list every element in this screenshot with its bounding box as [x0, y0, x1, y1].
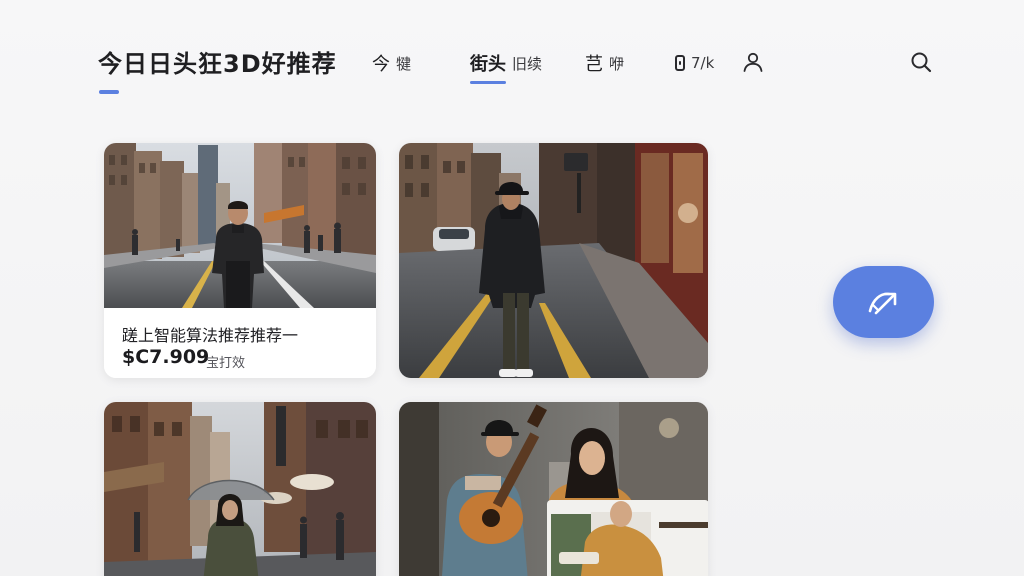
feed-card-4[interactable]	[399, 402, 708, 576]
card-3-photo	[104, 402, 376, 576]
top-header: 今日日头狂3D好推荐 今 犍 街头 旧续 芑 咿 7/k	[0, 0, 1024, 110]
nav-tab-3-lead: 芑	[585, 54, 603, 75]
nav-tab-1[interactable]: 今 犍	[372, 48, 411, 78]
card-1-title: 蹉上智能算法推荐推荐一	[122, 326, 299, 345]
app-root: 今日日头狂3D好推荐 今 犍 街头 旧续 芑 咿 7/k 蹉上智能算法推荐推荐一…	[0, 0, 1024, 576]
nav-tab-3[interactable]: 芑 咿	[585, 48, 624, 78]
user-icon[interactable]	[741, 50, 765, 74]
fab-trending-button[interactable]	[833, 266, 934, 338]
card-1-price: $C7.909	[122, 346, 210, 368]
nav-active-indicator	[470, 81, 506, 84]
nav-tab-4-label: 7/k	[691, 54, 715, 72]
search-icon[interactable]	[909, 50, 933, 74]
feed-card-2[interactable]	[399, 143, 708, 378]
card-2-photo	[399, 143, 708, 378]
nav-tab-street[interactable]: 街头 旧续	[470, 48, 542, 78]
trending-arrow-icon	[868, 292, 896, 315]
nav-tab-1-lead: 今	[372, 54, 390, 75]
card-1-meta: 宝打效	[206, 356, 246, 371]
nav-tab-street-label: 旧续	[512, 54, 543, 73]
page-title: 今日日头狂3D好推荐	[98, 50, 337, 78]
card-4-photo	[399, 402, 708, 576]
nav-tab-4[interactable]: 7/k	[675, 48, 714, 78]
nav-tab-1-label: 犍	[396, 54, 412, 73]
feed-card-1[interactable]: 蹉上智能算法推荐推荐一 $C7.909 宝打效	[104, 143, 376, 378]
card-1-photo	[104, 143, 376, 308]
card-1-info: 蹉上智能算法推荐推荐一 $C7.909 宝打效	[104, 308, 376, 378]
feed-card-3[interactable]	[104, 402, 376, 576]
phone-icon	[675, 55, 685, 71]
nav-tab-3-label: 咿	[609, 54, 625, 73]
nav-tab-street-lead: 街头	[470, 54, 506, 75]
title-underline	[99, 90, 119, 94]
